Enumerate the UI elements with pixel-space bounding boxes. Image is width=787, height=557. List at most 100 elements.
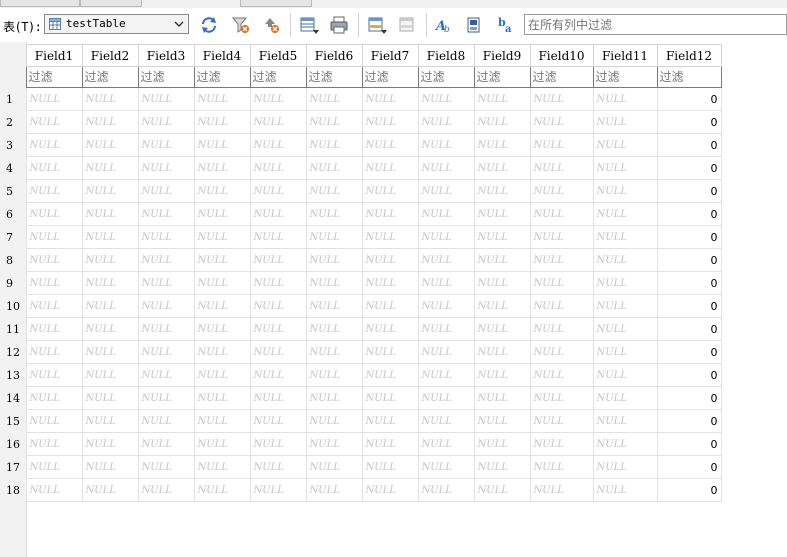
null-cell[interactable]: NULL (193, 110, 251, 134)
null-cell[interactable]: NULL (25, 432, 83, 456)
null-cell[interactable]: NULL (305, 317, 363, 341)
null-cell[interactable]: NULL (305, 363, 363, 387)
sql-export-button[interactable] (463, 14, 485, 36)
refresh-button[interactable] (198, 14, 220, 36)
data-cell[interactable]: 0 (656, 455, 722, 479)
null-cell[interactable]: NULL (529, 87, 594, 111)
data-cell[interactable]: 0 (656, 294, 722, 318)
data-cell[interactable]: 0 (656, 156, 722, 180)
null-cell[interactable]: NULL (529, 110, 594, 134)
null-cell[interactable]: NULL (249, 294, 307, 318)
column-header[interactable]: Field1 (25, 44, 83, 67)
null-cell[interactable]: NULL (592, 202, 658, 226)
top-tab[interactable] (0, 0, 80, 7)
null-cell[interactable]: NULL (592, 432, 658, 456)
null-cell[interactable]: NULL (137, 225, 195, 249)
null-cell[interactable]: NULL (193, 363, 251, 387)
null-cell[interactable]: NULL (249, 133, 307, 157)
null-cell[interactable]: NULL (249, 271, 307, 295)
data-cell[interactable]: 0 (656, 87, 722, 111)
null-cell[interactable]: NULL (305, 110, 363, 134)
column-header[interactable]: Field4 (193, 44, 251, 67)
column-header[interactable]: Field2 (81, 44, 139, 67)
null-cell[interactable]: NULL (592, 248, 658, 272)
null-cell[interactable]: NULL (592, 133, 658, 157)
data-cell[interactable]: 0 (656, 133, 722, 157)
null-cell[interactable]: NULL (249, 179, 307, 203)
null-cell[interactable]: NULL (249, 225, 307, 249)
null-cell[interactable]: NULL (137, 294, 195, 318)
data-cell[interactable]: 0 (656, 225, 722, 249)
null-cell[interactable]: NULL (417, 386, 475, 410)
null-cell[interactable]: NULL (417, 340, 475, 364)
null-cell[interactable]: NULL (193, 179, 251, 203)
null-cell[interactable]: NULL (249, 248, 307, 272)
null-cell[interactable]: NULL (417, 87, 475, 111)
table-row[interactable]: 16 NULL NULL NULL NULL NULL NULL NULL NULL NULL NU… (0, 432, 722, 456)
row-number[interactable]: 1 (0, 87, 26, 111)
null-cell[interactable]: NULL (305, 133, 363, 157)
null-cell[interactable]: NULL (137, 179, 195, 203)
null-cell[interactable]: NULL (305, 248, 363, 272)
null-cell[interactable]: NULL (25, 202, 83, 226)
table-row[interactable]: 17 NULL NULL NULL NULL NULL NULL NULL NULL NULL NU… (0, 455, 722, 479)
table-row[interactable]: 15 NULL NULL NULL NULL NULL NULL NULL NULL NULL NU… (0, 409, 722, 433)
null-cell[interactable]: NULL (81, 248, 139, 272)
null-cell[interactable]: NULL (361, 202, 419, 226)
null-cell[interactable]: NULL (193, 409, 251, 433)
table-row[interactable]: 18 NULL NULL NULL NULL NULL NULL NULL NULL NULL NU… (0, 478, 722, 502)
column-filter-input[interactable] (531, 67, 592, 87)
row-number[interactable]: 14 (0, 386, 26, 410)
null-cell[interactable]: NULL (193, 271, 251, 295)
null-cell[interactable]: NULL (529, 133, 594, 157)
row-number[interactable]: 3 (0, 133, 26, 157)
null-cell[interactable]: NULL (193, 386, 251, 410)
null-cell[interactable]: NULL (81, 110, 139, 134)
delete-record-button[interactable] (396, 14, 418, 36)
row-number[interactable]: 18 (0, 478, 26, 502)
null-cell[interactable]: NULL (417, 179, 475, 203)
column-header[interactable]: Field9 (473, 44, 531, 67)
null-cell[interactable]: NULL (81, 455, 139, 479)
null-cell[interactable]: NULL (81, 363, 139, 387)
null-cell[interactable]: NULL (417, 363, 475, 387)
row-number[interactable]: 15 (0, 409, 26, 433)
null-cell[interactable]: NULL (592, 363, 658, 387)
row-number[interactable]: 2 (0, 110, 26, 134)
null-cell[interactable]: NULL (193, 478, 251, 502)
null-cell[interactable]: NULL (25, 363, 83, 387)
row-number[interactable]: 17 (0, 455, 26, 479)
table-row[interactable]: 6 NULL NULL NULL NULL NULL NULL NULL NULL NULL NUL… (0, 202, 722, 226)
column-filter-input[interactable] (251, 67, 305, 87)
data-cell[interactable]: 0 (656, 248, 722, 272)
null-cell[interactable]: NULL (25, 340, 83, 364)
null-cell[interactable]: NULL (592, 87, 658, 111)
table-row[interactable]: 3 NULL NULL NULL NULL NULL NULL NULL NULL NULL NUL… (0, 133, 722, 157)
null-cell[interactable]: NULL (361, 248, 419, 272)
null-cell[interactable]: NULL (529, 478, 594, 502)
table-row[interactable]: 10 NULL NULL NULL NULL NULL NULL NULL NULL NULL NU… (0, 294, 722, 318)
null-cell[interactable]: NULL (305, 386, 363, 410)
null-cell[interactable]: NULL (529, 248, 594, 272)
null-cell[interactable]: NULL (193, 455, 251, 479)
table-row[interactable]: 7 NULL NULL NULL NULL NULL NULL NULL NULL NULL NUL… (0, 225, 722, 249)
null-cell[interactable]: NULL (473, 340, 531, 364)
null-cell[interactable]: NULL (81, 202, 139, 226)
null-cell[interactable]: NULL (361, 386, 419, 410)
data-cell[interactable]: 0 (656, 432, 722, 456)
null-cell[interactable]: NULL (473, 478, 531, 502)
data-cell[interactable]: 0 (656, 202, 722, 226)
table-row[interactable]: 12 NULL NULL NULL NULL NULL NULL NULL NULL NULL NU… (0, 340, 722, 364)
column-filter-input[interactable] (307, 67, 361, 87)
row-number[interactable]: 13 (0, 363, 26, 387)
null-cell[interactable]: NULL (361, 179, 419, 203)
null-cell[interactable]: NULL (417, 478, 475, 502)
data-cell[interactable]: 0 (656, 179, 722, 203)
null-cell[interactable]: NULL (361, 478, 419, 502)
null-cell[interactable]: NULL (592, 478, 658, 502)
column-filter-input[interactable] (139, 67, 193, 87)
null-cell[interactable]: NULL (592, 294, 658, 318)
null-cell[interactable]: NULL (137, 271, 195, 295)
null-cell[interactable]: NULL (193, 87, 251, 111)
null-cell[interactable]: NULL (417, 409, 475, 433)
